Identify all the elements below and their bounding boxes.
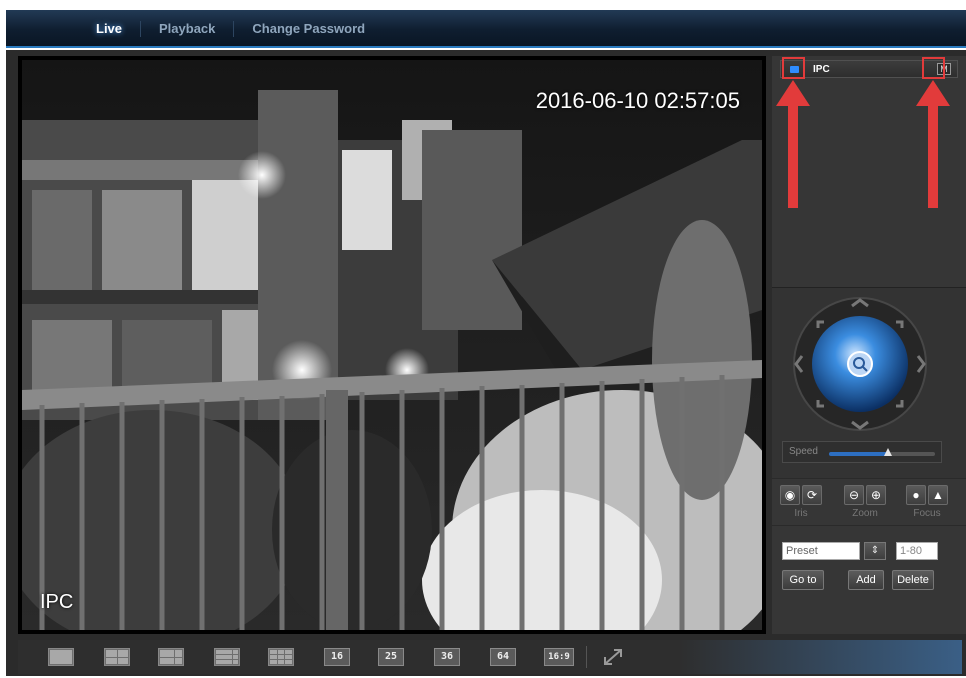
speed-track[interactable] bbox=[829, 452, 935, 456]
lens-controls: ◉ ⟳ Iris ⊖ ⊕ Zoom ● ▲ Focus bbox=[772, 478, 966, 526]
layout-toolbar: 16 25 36 64 16:9 bbox=[18, 640, 962, 674]
zoom-in-icon[interactable]: ⊕ bbox=[866, 485, 886, 505]
control-panel: IPC M Speed ◉ ⟳ Iris ⊖ ⊕ Zoom ● ▲ Focus … bbox=[772, 56, 966, 634]
speed-label: Speed bbox=[789, 446, 818, 457]
iris-close-icon[interactable]: ◉ bbox=[780, 485, 800, 505]
iris-label: Iris bbox=[794, 508, 808, 519]
preset-controls: Preset ⇕ 1-80 Go to Add Delete bbox=[772, 526, 966, 634]
preset-delete-button[interactable]: Delete bbox=[892, 570, 934, 590]
annotation-arrow-left bbox=[776, 80, 810, 208]
focus-group: ● ▲ Focus bbox=[902, 485, 952, 519]
osd-channel-name: IPC bbox=[40, 591, 74, 613]
aspect-16-9-button[interactable]: 16:9 bbox=[544, 648, 574, 666]
preset-select[interactable]: Preset bbox=[782, 542, 860, 560]
focus-label: Focus bbox=[913, 508, 941, 519]
preset-number-input[interactable]: 1-80 bbox=[896, 542, 938, 560]
annotation-box-right bbox=[922, 57, 945, 79]
speed-slider[interactable]: Speed bbox=[782, 441, 942, 463]
ptz-joystick[interactable] bbox=[792, 296, 928, 432]
layout-9-button[interactable] bbox=[268, 648, 294, 666]
layout-36-button[interactable]: 36 bbox=[434, 648, 460, 666]
main-nav: Live Playback Change Password bbox=[78, 10, 383, 48]
layout-16-button[interactable]: 16 bbox=[324, 648, 350, 666]
focus-near-icon[interactable]: ● bbox=[906, 485, 926, 505]
layout-6-button[interactable] bbox=[158, 648, 184, 666]
layout-8-button[interactable] bbox=[214, 648, 240, 666]
live-view-frame: 2016-06-10 02:57:05 IPC IPC M Speed ◉ ⟳ … bbox=[6, 50, 966, 676]
zoom-out-icon[interactable]: ⊖ bbox=[844, 485, 864, 505]
nav-live[interactable]: Live bbox=[78, 21, 142, 37]
layout-64-button[interactable]: 64 bbox=[490, 648, 516, 666]
top-nav-bar: Live Playback Change Password bbox=[6, 10, 966, 48]
camera-list: IPC M bbox=[772, 56, 966, 288]
layout-1-button[interactable] bbox=[48, 648, 74, 666]
video-viewport[interactable]: 2016-06-10 02:57:05 IPC bbox=[18, 56, 766, 634]
zoom-label: Zoom bbox=[852, 508, 878, 519]
camera-label: IPC bbox=[813, 63, 830, 75]
annotation-box-left bbox=[782, 57, 805, 79]
nav-change-password[interactable]: Change Password bbox=[234, 21, 383, 37]
toolbar-divider bbox=[586, 646, 587, 668]
nav-playback[interactable]: Playback bbox=[141, 21, 235, 37]
speed-handle[interactable] bbox=[884, 448, 893, 456]
iris-group: ◉ ⟳ Iris bbox=[776, 485, 826, 519]
fullscreen-icon[interactable] bbox=[602, 647, 624, 667]
preset-spinner-icon[interactable]: ⇕ bbox=[864, 542, 886, 560]
preset-goto-button[interactable]: Go to bbox=[782, 570, 824, 590]
camera-feed-image bbox=[22, 60, 762, 630]
layout-4-button[interactable] bbox=[104, 648, 130, 666]
iris-open-icon[interactable]: ⟳ bbox=[802, 485, 822, 505]
ptz-control: Speed bbox=[772, 288, 966, 478]
preset-add-button[interactable]: Add bbox=[848, 570, 884, 590]
osd-timestamp: 2016-06-10 02:57:05 bbox=[535, 88, 740, 113]
annotation-arrow-right bbox=[916, 80, 950, 208]
layout-25-button[interactable]: 25 bbox=[378, 648, 404, 666]
focus-far-icon[interactable]: ▲ bbox=[928, 485, 948, 505]
zoom-group: ⊖ ⊕ Zoom bbox=[840, 485, 890, 519]
